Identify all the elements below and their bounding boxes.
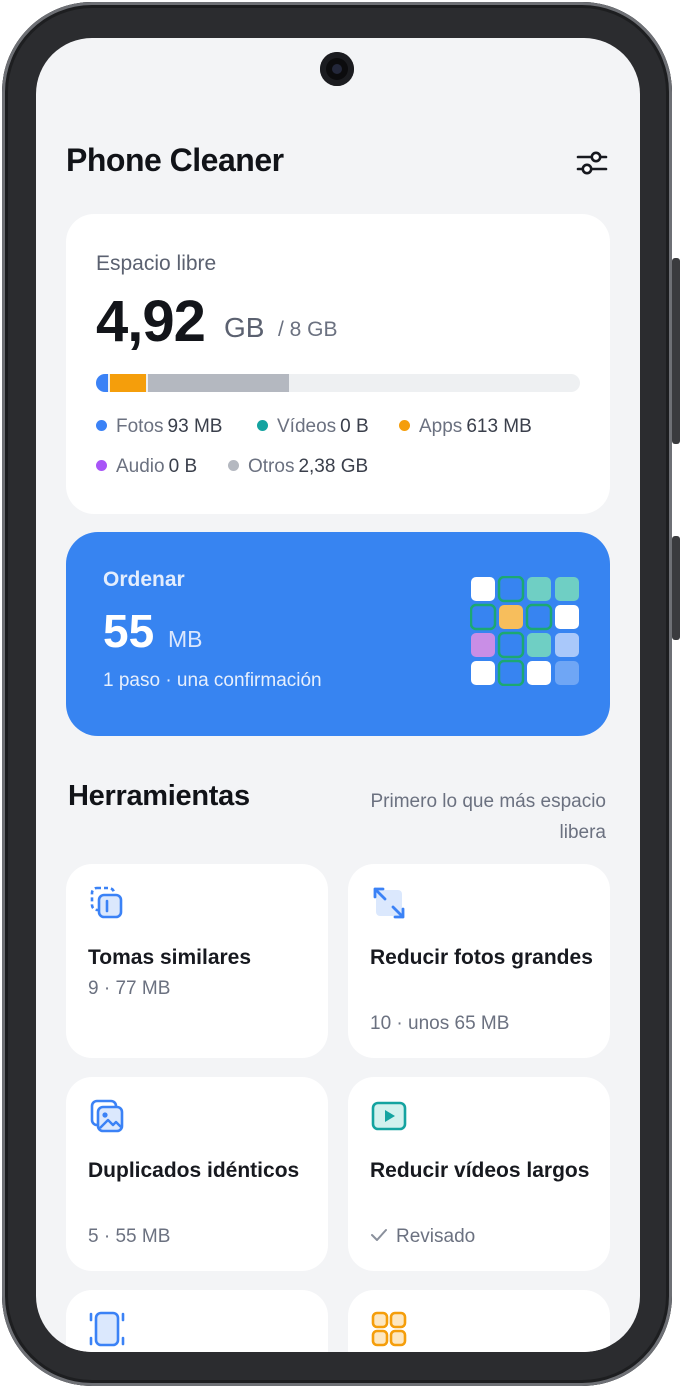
storage-bar-fotos [96, 374, 108, 392]
storage-usage-bar [96, 374, 580, 392]
front-camera [320, 52, 354, 86]
legend-value: 0 B [168, 456, 198, 477]
storage-bar-apps [110, 374, 147, 392]
duplicate-images-icon [90, 1099, 124, 1133]
sort-grid-illustration [470, 576, 579, 686]
apps-grid-icon [371, 1311, 407, 1347]
tool-card-similar-shots[interactable]: Tomas similares 9 · 77 MB [66, 864, 328, 1058]
app-title: Phone Cleaner [66, 142, 284, 178]
tools-section-hint: Primero lo que más espacio libera [370, 791, 607, 843]
legend-dot-audio [96, 460, 107, 471]
legend-dot-fotos [96, 420, 107, 431]
storage-bar-otros [148, 374, 289, 392]
sort-subtitle: 1 paso · una confirmación [103, 670, 322, 691]
tool-title: Duplicados idénticos [88, 1159, 300, 1182]
tool-meta: 5 · 55 MB [88, 1226, 171, 1247]
side-button-volume [672, 258, 680, 444]
legend-dot-videos [257, 420, 268, 431]
tool-card-resize-photos[interactable]: Reducir fotos grandes 10 · unos 65 MB [348, 864, 610, 1058]
screenshot-frame-icon [89, 1311, 125, 1347]
tool-card-apps[interactable] [348, 1290, 610, 1352]
legend-apps: Apps 613 MB [399, 416, 532, 438]
sort-card[interactable]: Ordenar 55 MB 1 paso · una confirmación [66, 532, 610, 736]
legend-dot-apps [399, 420, 410, 431]
tool-card-resize-videos[interactable]: Reducir vídeos largos Revisado [348, 1077, 610, 1271]
legend-value: 613 MB [466, 416, 532, 437]
screen: Phone Cleaner Espacio libre 4,92 GB / 8 … [36, 38, 640, 1352]
tool-meta: 9 · 77 MB [88, 978, 171, 999]
tool-meta: 10 · unos 65 MB [370, 1013, 510, 1034]
legend-name: Otros [248, 456, 295, 477]
sort-unit: MB [168, 626, 203, 652]
resize-arrows-icon [373, 887, 405, 919]
sort-value: 55 [103, 605, 155, 657]
legend-fotos: Fotos 93 MB [96, 416, 222, 438]
storage-free-value: 4,92 [96, 289, 206, 354]
tool-meta-reviewed: Revisado [370, 1226, 475, 1248]
tools-section-title: Herramientas [68, 780, 250, 812]
settings-button[interactable] [574, 148, 610, 178]
legend-otros: Otros 2,38 GB [228, 456, 368, 478]
legend-audio: Audio 0 B [96, 456, 197, 478]
legend-name: Audio [116, 456, 165, 477]
tool-title: Reducir vídeos largos [370, 1159, 590, 1182]
sort-label: Ordenar [103, 568, 185, 591]
legend-videos: Vídeos 0 B [257, 416, 369, 438]
storage-card: Espacio libre 4,92 GB / 8 GB Fotos 93 MB … [66, 214, 610, 514]
check-icon [371, 1229, 387, 1241]
legend-name: Fotos [116, 416, 164, 437]
legend-value: 93 MB [167, 416, 223, 437]
storage-total: / 8 GB [278, 318, 338, 341]
tool-title: Tomas similares [88, 946, 252, 969]
video-play-icon [371, 1101, 407, 1131]
tool-title: Reducir fotos grandes [370, 946, 593, 969]
legend-dot-otros [228, 460, 239, 471]
tool-meta-text: Revisado [396, 1226, 476, 1247]
storage-free-unit: GB [224, 312, 265, 343]
legend-name: Vídeos [277, 416, 337, 437]
side-button-power [672, 536, 680, 640]
storage-label: Espacio libre [96, 252, 217, 275]
legend-value: 2,38 GB [298, 456, 369, 477]
legend-name: Apps [419, 416, 463, 437]
tool-card-duplicates[interactable]: Duplicados idénticos 5 · 55 MB [66, 1077, 328, 1271]
tool-card-screenshots[interactable] [66, 1290, 328, 1352]
legend-value: 0 B [340, 416, 369, 437]
sliders-icon [576, 151, 608, 175]
similar-shots-icon [90, 886, 123, 919]
